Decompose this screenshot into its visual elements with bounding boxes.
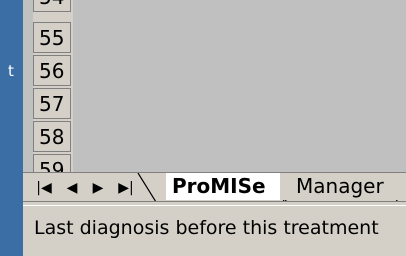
desktop-edge-text: t: [8, 62, 14, 80]
tab-manager[interactable]: Manager: [280, 173, 406, 200]
row-header[interactable]: 57: [33, 88, 71, 119]
row-header[interactable]: 59: [33, 154, 71, 172]
sheet-area[interactable]: 54 55 56 57 58 59: [23, 0, 406, 172]
row-header-column: 54 55 56 57 58 59: [33, 0, 73, 172]
status-text: Last diagnosis before this treatment: [34, 217, 379, 239]
tab-promise[interactable]: ProMISe: [166, 173, 280, 200]
status-bar: Last diagnosis before this treatment: [23, 205, 406, 256]
row-header[interactable]: 55: [33, 22, 71, 53]
desktop-strip: t: [0, 0, 23, 255]
sheet-tab-bar: |◀ ◀ ▶ ▶| ProMISe Manager: [23, 172, 406, 202]
row-header[interactable]: 54: [33, 0, 71, 12]
row-header[interactable]: 56: [33, 55, 71, 86]
row-header[interactable]: 58: [33, 121, 71, 152]
spreadsheet-window: 54 55 56 57 58 59 |◀ ◀ ▶ ▶| ProMISe Mana…: [23, 0, 406, 256]
